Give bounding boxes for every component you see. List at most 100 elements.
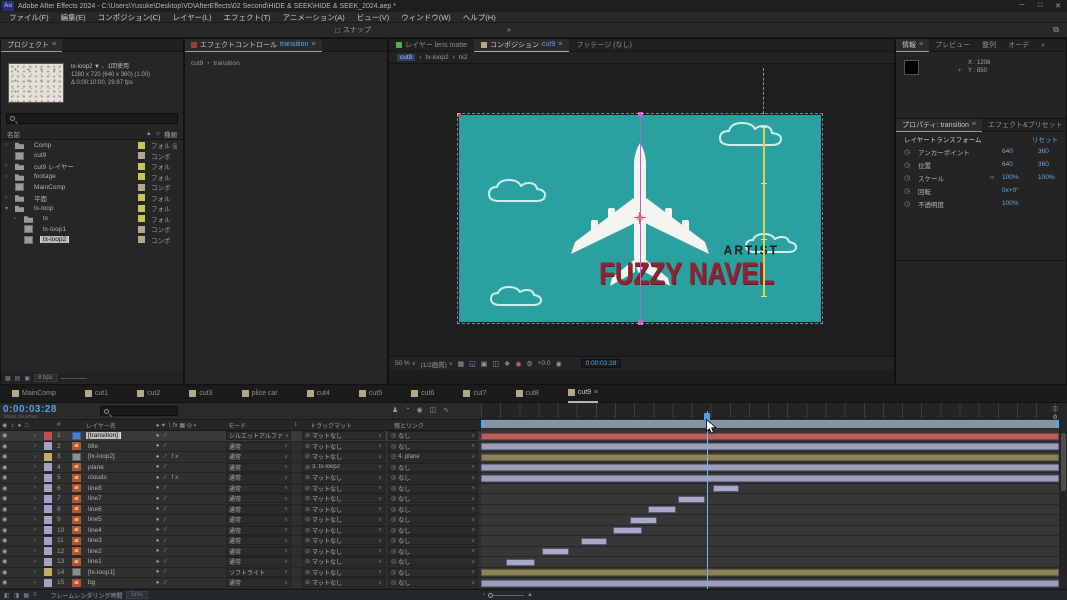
workspace-overflow-button[interactable]: » [507,27,511,34]
layer-twirl-icon[interactable]: › [34,517,44,523]
layer-switches[interactable]: ♠ ∕ [152,464,226,470]
magnification-dropdown[interactable]: 50 %∨ [395,360,416,367]
layer-track-row[interactable] [481,515,1059,526]
stopwatch-icon[interactable]: ◷ [904,161,918,169]
layer-color-chip[interactable] [44,484,52,492]
layer-switches[interactable]: ♠ ∕ [152,538,226,544]
layer-twirl-icon[interactable]: › [34,496,44,502]
graph-editor-icon[interactable]: ∿ [443,406,449,414]
timeline-zoom-slider[interactable]: ‹▲ [483,592,533,598]
track-matte-dropdown[interactable]: ⊘3. tx-loop2∨ [302,463,385,472]
layer-track-row[interactable] [481,473,1059,484]
mini-flowchart-icon[interactable]: ♟ [392,406,398,414]
layer-name[interactable]: clouds [86,474,109,481]
layer-duration-bar[interactable] [648,506,677,513]
blend-mode-dropdown[interactable]: 通常∨ [226,452,291,461]
switches-toggle-icon[interactable]: ◨ [14,592,20,599]
project-item-row[interactable]: › 平面 フォル [1,193,183,204]
tab-preview[interactable]: プレビュー [929,39,976,52]
pick-whip-icon[interactable]: ◎ [391,443,396,450]
layer-switches[interactable]: ♠ ∕ [152,580,226,586]
comp-button[interactable]: ⚙ [1052,414,1058,421]
timeline-comp-tab[interactable]: cut1 [85,385,111,403]
parent-link-dropdown[interactable]: ◎なし∨ [388,431,478,440]
parent-link-dropdown[interactable]: ◎なし∨ [388,463,478,472]
layer-switches[interactable]: ♠ ∕ [152,496,226,502]
layer-track-row[interactable] [481,547,1059,558]
track-matte-dropdown[interactable]: ⊘マットなし∨ [302,515,385,524]
track-matte-dropdown[interactable]: ⊘マットなし∨ [302,494,385,503]
timeline-scrollbar[interactable] [1060,431,1067,578]
parent-link-dropdown[interactable]: ◎なし∨ [388,526,478,535]
track-matte-dropdown[interactable]: ⊘マットなし∨ [302,547,385,556]
tab-project[interactable]: プロジェクト≡ [1,39,62,52]
layer-name[interactable]: [tx-loop1] [86,569,117,576]
track-matte-dropdown[interactable]: ⊘マットなし∨ [302,505,385,514]
blend-mode-dropdown[interactable]: 通常∨ [226,484,291,493]
layer-twirl-icon[interactable]: › [34,548,44,554]
blend-mode-dropdown[interactable]: 通常∨ [226,442,291,451]
transform-section-label[interactable]: レイヤートランスフォーム [904,134,981,144]
playhead-handle[interactable] [704,413,710,423]
layer-duration-bar[interactable] [481,443,1059,450]
layer-name[interactable]: [tx-loop2] [86,453,117,460]
eye-icon[interactable]: ◉ [0,464,34,471]
layer-row[interactable]: ◉ › 2 title ♠ ∕ 通常∨ ⊘マットなし∨ ◎なし∨ [0,442,481,453]
panel-menu-icon[interactable]: ≡ [558,41,562,48]
layer-twirl-icon[interactable]: › [34,454,44,460]
tab-footage-viewer[interactable]: フッテージ (なし) [569,39,638,52]
project-item-row[interactable]: › cut9 レイヤー フォル [1,161,183,172]
layer-row[interactable]: ◉ › 7 line7 ♠ ∕ 通常∨ ⊘マットなし∨ ◎なし∨ [0,494,481,505]
menu-a[interactable]: アニメーション(A) [278,12,350,23]
label-color-chip[interactable] [138,163,145,170]
pick-whip-icon[interactable]: ◎ [391,579,396,586]
blend-mode-dropdown[interactable]: 通常∨ [226,515,291,524]
layer-track-row[interactable] [481,452,1059,463]
pick-whip-icon[interactable]: ◎ [391,432,396,439]
pick-whip-icon[interactable]: ◎ [391,527,396,534]
work-area-bar[interactable] [481,420,1059,428]
pick-whip-icon[interactable]: ◎ [391,474,396,481]
eye-icon[interactable]: ◉ [0,485,34,492]
parent-link-dropdown[interactable]: ◎なし∨ [388,442,478,451]
blend-mode-dropdown[interactable]: 通常∨ [226,505,291,514]
eye-icon[interactable]: ◉ [0,569,34,576]
eye-icon[interactable]: ◉ [0,558,34,565]
twirl-icon[interactable]: ▾ [5,205,15,212]
timeline-search-input[interactable] [100,406,178,416]
anchor-point-target[interactable] [634,212,646,224]
layer-color-chip[interactable] [44,579,52,587]
new-folder-icon[interactable]: ▤ [15,375,21,382]
composition-frame[interactable]: ARTIST FUZZY NAVEL [459,115,821,322]
blend-mode-dropdown[interactable]: 通常∨ [226,536,291,545]
new-comp-icon[interactable]: ▣ [24,375,30,382]
close-button[interactable]: ✕ [1049,2,1067,10]
exposure-icon[interactable]: ⚙ [526,360,532,368]
blend-mode-dropdown[interactable]: ソフトライト∨ [226,568,291,577]
timeline-comp-tab[interactable]: MainComp [12,385,59,403]
layer-track-row[interactable] [481,463,1059,474]
pick-whip-icon[interactable]: ◎ [391,569,396,576]
project-bit-depth[interactable]: 8 bpc [34,374,57,382]
eye-icon[interactable]: ◉ [0,527,34,534]
stopwatch-icon[interactable]: ◷ [904,148,918,156]
layer-switches[interactable]: ♠ ∕ fx [152,475,226,481]
pick-whip-icon[interactable]: ◎ [391,464,396,471]
mask-visibility-icon[interactable]: ◱ [469,360,476,368]
layer-duration-bar[interactable] [481,475,1059,482]
label-color-chip[interactable] [138,194,145,201]
layer-row[interactable]: ◉ › 3 [tx-loop2] ♠ ∕ fx 通常∨ ⊘マットなし∨ ◎4. … [0,452,481,463]
workspace-search-icon[interactable]: ⧉ [1053,25,1059,35]
layer-name[interactable]: line1 [86,558,104,565]
eye-icon[interactable]: ◉ [0,495,34,502]
property-value[interactable]: 360 [1038,148,1067,155]
eye-icon[interactable]: ◉ [0,453,34,460]
layer-color-chip[interactable] [44,495,52,503]
panel-overflow-button[interactable]: » [1035,39,1051,52]
layer-duration-bar[interactable] [542,548,569,555]
breadcrumb-current[interactable]: cut9 [397,54,415,61]
property-value[interactable]: 640 [1002,161,1038,168]
timeline-comp-tab[interactable]: cut3 [189,385,215,403]
breadcrumb-item[interactable]: tx-loop2 [425,54,448,61]
selection-handle-corner[interactable] [457,113,461,117]
